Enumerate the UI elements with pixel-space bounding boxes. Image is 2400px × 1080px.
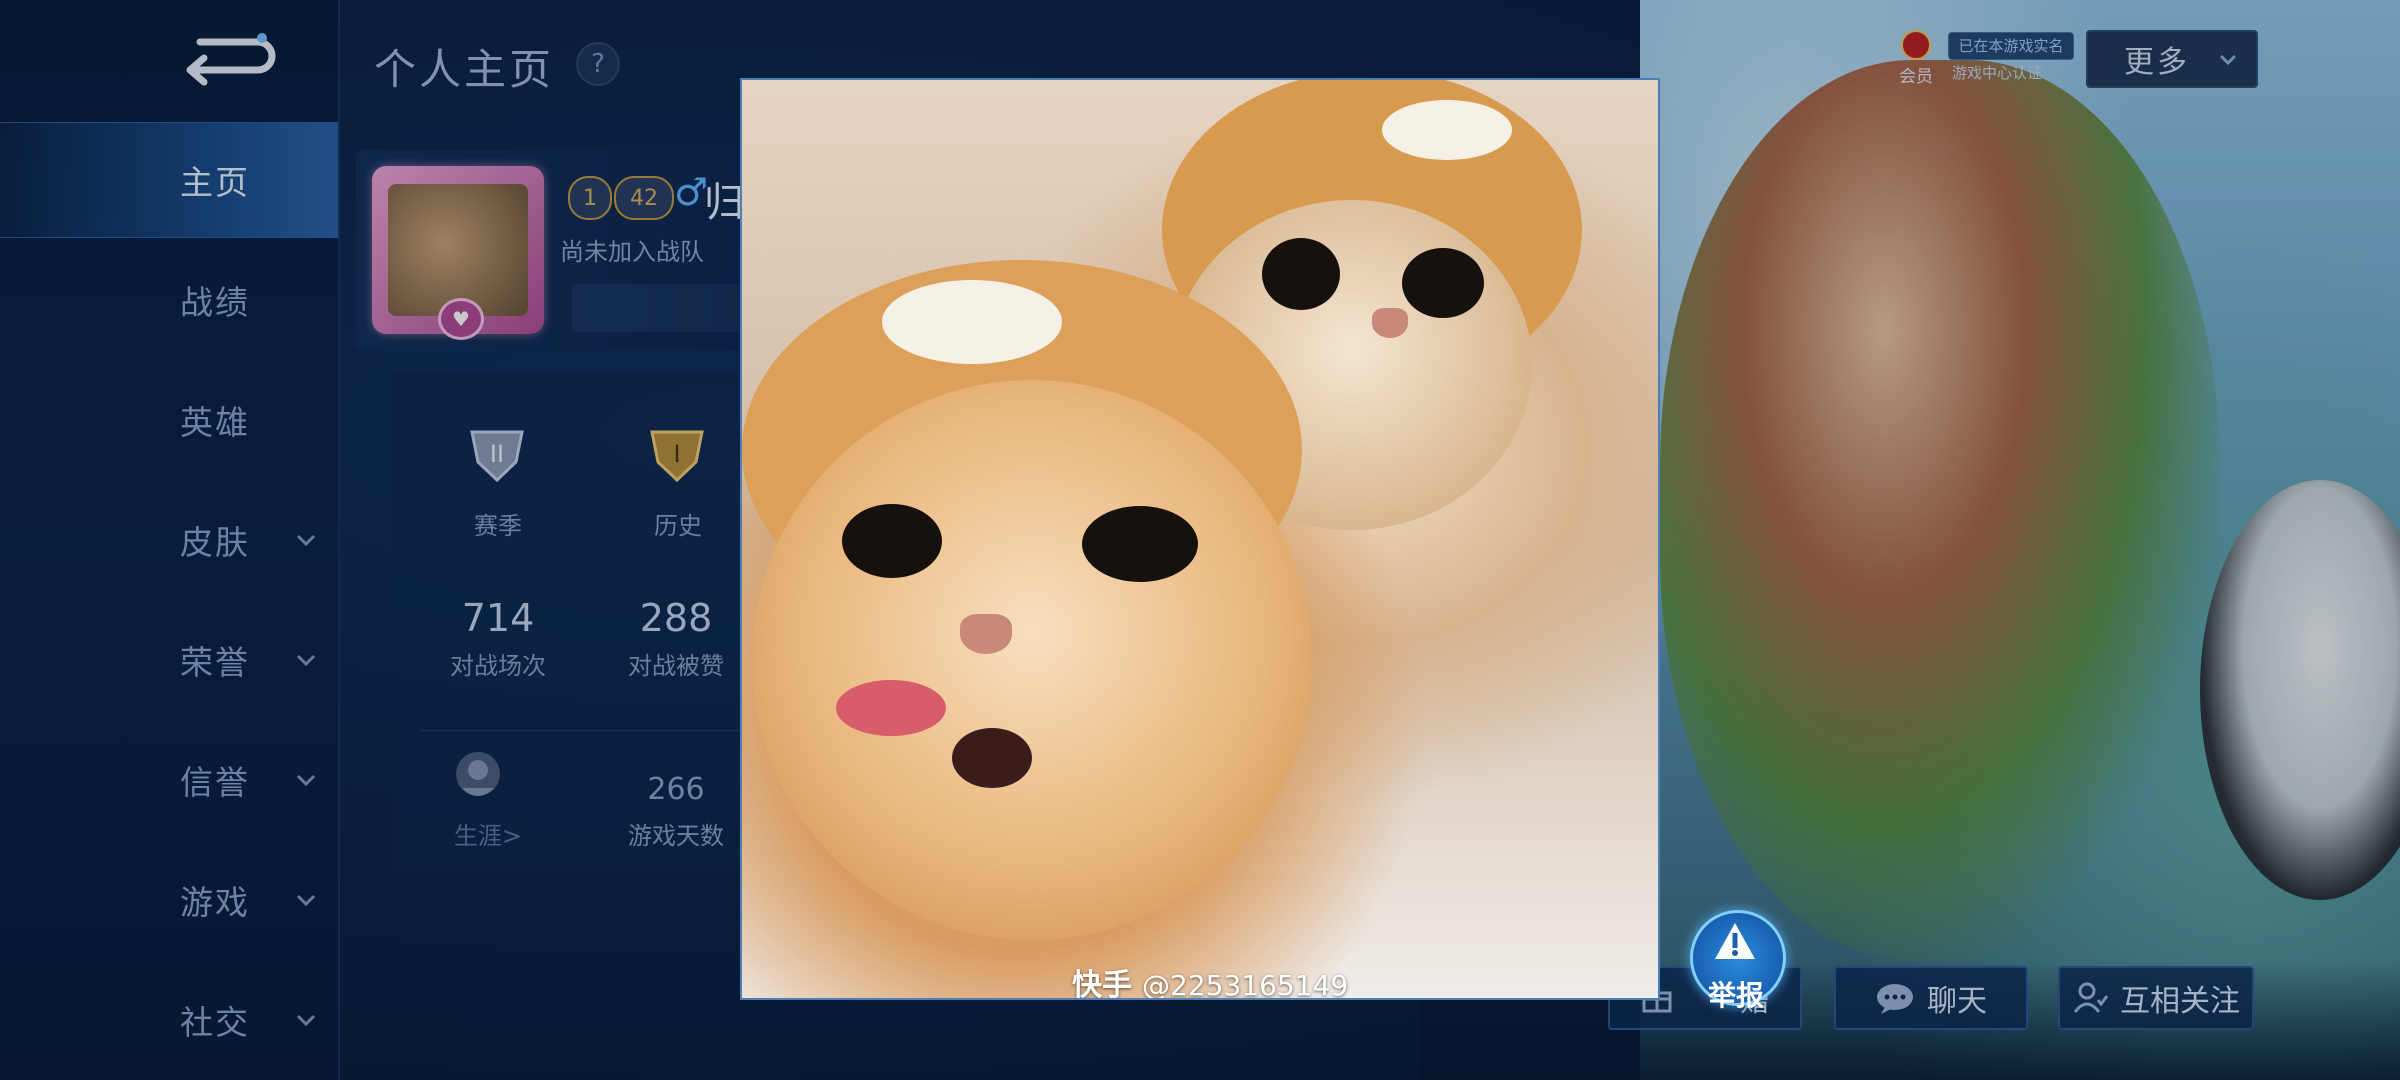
bear-face-front (882, 280, 1062, 364)
report-label[interactable]: 举报 (1698, 974, 1774, 1014)
cat-eye (1402, 248, 1484, 318)
cat-eye (1082, 506, 1198, 582)
bear-face-back (1382, 100, 1512, 160)
cat-eye (1262, 238, 1340, 310)
photo-viewer[interactable]: 快手 @2253165149 (740, 78, 1660, 1000)
cat-face-front (752, 380, 1312, 940)
cat-eye (842, 504, 942, 578)
photo-watermark: 快手 @2253165149 (1072, 960, 1349, 1000)
cat-mouth (952, 728, 1032, 788)
cat-tongue (836, 680, 946, 736)
cat-nose (1372, 308, 1408, 338)
watermark-brand: 快手 (1072, 968, 1132, 1000)
cat-nose (960, 614, 1012, 654)
watermark-id: @2253165149 (1142, 969, 1349, 1000)
warning-icon (1715, 923, 1755, 959)
